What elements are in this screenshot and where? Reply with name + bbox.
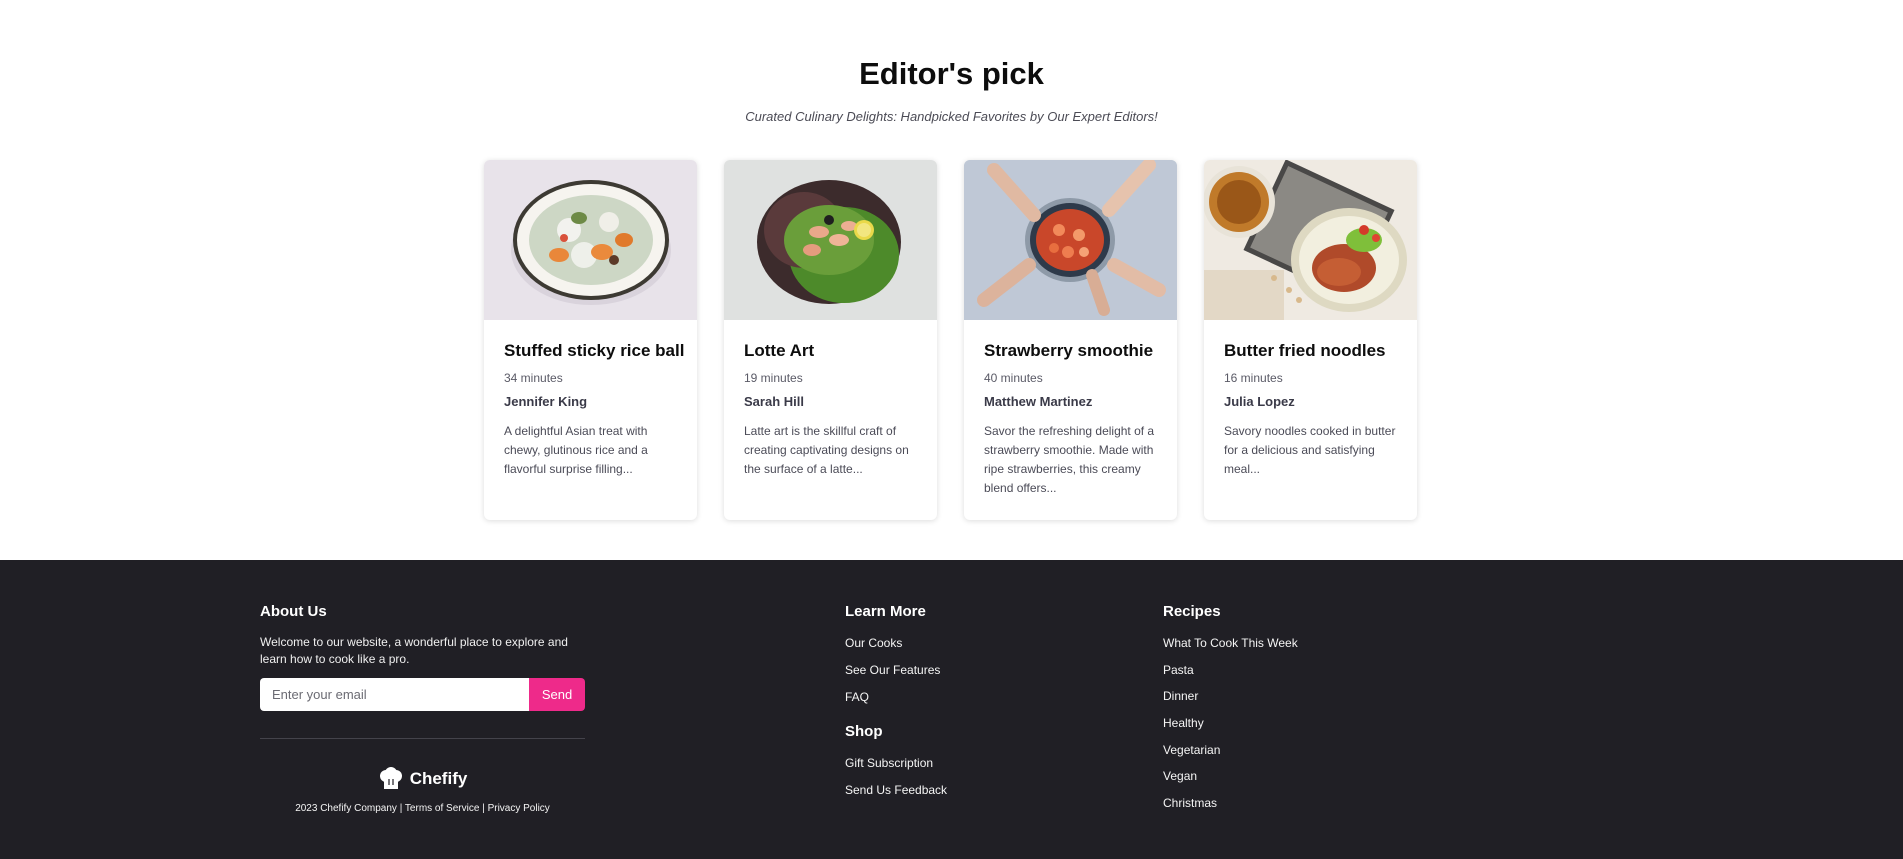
footer-link-healthy[interactable]: Healthy (1163, 710, 1298, 737)
newsletter-form: Send (260, 678, 585, 711)
learn-more-links: Our Cooks See Our Features FAQ (845, 630, 947, 711)
recipe-description: Latte art is the skillful craft of creat… (744, 424, 909, 476)
footer-divider (260, 738, 585, 739)
recipe-author: Matthew Martinez (984, 394, 1093, 409)
section-title: Editor's pick (859, 56, 1044, 91)
legal-links: 2023 Chefify Company | Terms of Service … (260, 803, 585, 814)
recipes-links: What To Cook This Week Pasta Dinner Heal… (1163, 630, 1298, 817)
footer-link-send-us-feedback[interactable]: Send Us Feedback (845, 777, 947, 804)
footer-link-faq[interactable]: FAQ (845, 684, 947, 711)
recipes-column: Recipes What To Cook This Week Pasta Din… (1163, 603, 1298, 817)
footer-link-pasta[interactable]: Pasta (1163, 657, 1298, 684)
footer-link-gift-subscription[interactable]: Gift Subscription (845, 750, 947, 777)
learn-more-title: Learn More (845, 603, 926, 620)
footer-link-dinner[interactable]: Dinner (1163, 683, 1298, 710)
terms-link[interactable]: Terms of Service (405, 803, 479, 814)
recipe-title[interactable]: Stuffed sticky rice ball (504, 341, 684, 361)
about-us-title: About Us (260, 603, 327, 620)
recipe-card-list: Stuffed sticky rice ball 34 minutes Jenn… (484, 160, 1418, 520)
shop-title: Shop (845, 723, 883, 740)
learn-more-column: Learn More Our Cooks See Our Features FA… (845, 603, 947, 804)
recipe-author: Jennifer King (504, 394, 588, 409)
rice-ball-image (484, 160, 697, 320)
recipe-title[interactable]: Lotte Art (744, 341, 917, 361)
site-footer: About Us Welcome to our website, a wonde… (0, 560, 1903, 859)
noodles-image (1204, 160, 1417, 320)
recipe-time: 40 minutes (984, 371, 1043, 385)
chef-hat-icon (379, 767, 402, 789)
smoothie-image (964, 160, 1177, 320)
footer-link-vegetarian[interactable]: Vegetarian (1163, 737, 1298, 764)
recipe-image[interactable] (484, 160, 697, 320)
footer-link-christmas[interactable]: Christmas (1163, 790, 1298, 817)
recipe-image[interactable] (964, 160, 1177, 320)
email-input[interactable] (260, 678, 529, 711)
footer-link-vegan[interactable]: Vegan (1163, 763, 1298, 790)
recipe-title[interactable]: Butter fried noodles (1224, 341, 1397, 361)
footer-link-see-our-features[interactable]: See Our Features (845, 657, 947, 684)
brand-name: Chefify (409, 769, 468, 788)
recipe-title[interactable]: Strawberry smoothie (984, 341, 1157, 361)
recipe-card[interactable]: Butter fried noodles 16 minutes Julia Lo… (1204, 160, 1417, 520)
recipe-card[interactable]: Strawberry smoothie 40 minutes Matthew M… (964, 160, 1177, 520)
footer-link-our-cooks[interactable]: Our Cooks (845, 630, 947, 657)
editors-pick-section: Editor's pick Curated Culinary Delights:… (0, 0, 1903, 560)
about-us-text: Welcome to our website, a wonderful plac… (260, 635, 568, 666)
recipe-author: Sarah Hill (744, 394, 804, 409)
legal-separator: | (399, 803, 403, 814)
recipes-title: Recipes (1163, 603, 1221, 620)
legal-separator: | (482, 803, 485, 814)
shop-links: Gift Subscription Send Us Feedback (845, 750, 947, 804)
send-button[interactable]: Send (529, 678, 585, 711)
recipe-card[interactable]: Stuffed sticky rice ball 34 minutes Jenn… (484, 160, 697, 520)
recipe-image[interactable] (1204, 160, 1417, 320)
recipe-description: A delightful Asian treat with chewy, glu… (504, 424, 648, 476)
recipe-description: Savory noodles cooked in butter for a de… (1224, 424, 1396, 476)
seafood-salad-image (724, 160, 937, 320)
recipe-description: Savor the refreshing delight of a strawb… (984, 424, 1155, 495)
recipe-image[interactable] (724, 160, 937, 320)
recipe-author: Julia Lopez (1224, 394, 1295, 409)
recipe-time: 19 minutes (744, 371, 803, 385)
brand-logo[interactable]: Chefify (260, 767, 585, 791)
about-us-column: About Us Welcome to our website, a wonde… (260, 603, 585, 814)
privacy-link[interactable]: Privacy Policy (488, 803, 550, 814)
recipe-time: 34 minutes (504, 371, 563, 385)
recipe-card[interactable]: Lotte Art 19 minutes Sarah Hill Latte ar… (724, 160, 937, 520)
copyright-text: 2023 Chefify Company (295, 803, 397, 814)
section-subtitle: Curated Culinary Delights: Handpicked Fa… (745, 109, 1158, 124)
footer-link-what-to-cook[interactable]: What To Cook This Week (1163, 630, 1298, 657)
recipe-time: 16 minutes (1224, 371, 1283, 385)
